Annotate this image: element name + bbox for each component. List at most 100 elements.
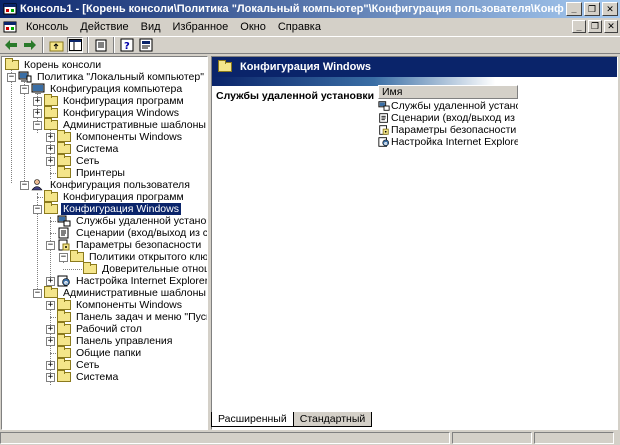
list-item-label: Настройка Internet Explorer	[391, 136, 518, 148]
tree-item-user-system[interactable]: Система	[56, 370, 120, 383]
tree-item-label: Службы удаленной установки	[76, 215, 208, 227]
tree-item-user-software-settings[interactable]: Конфигурация программ	[43, 190, 186, 203]
expand-toggle[interactable]: +	[46, 373, 55, 382]
tree-item-internet-explorer-maintenance[interactable]: e Настройка Internet Explorer	[56, 275, 207, 287]
tree-item-software-settings[interactable]: Конфигурация программ	[43, 94, 186, 107]
back-icon	[5, 40, 17, 50]
tree-item-scripts[interactable]: Сценарии (вход/выход из систе	[56, 227, 207, 239]
list-item-scripts[interactable]: Сценарии (вход/выход из с...	[378, 112, 518, 124]
document-system-icon[interactable]	[2, 19, 18, 35]
child-minimize-button[interactable]: _	[572, 20, 586, 33]
tree-item-user-windows-components[interactable]: Компоненты Windows	[56, 298, 184, 311]
help-button[interactable]: ?	[119, 37, 135, 53]
forward-button[interactable]	[22, 37, 38, 53]
expand-toggle[interactable]: +	[46, 133, 55, 142]
collapse-toggle[interactable]: −	[33, 289, 42, 298]
internet-explorer-icon: e	[378, 136, 390, 148]
window-title: Консоль1 - [Корень консоли\Политика "Лок…	[20, 3, 564, 15]
menu-favorites[interactable]: Избранное	[167, 19, 235, 35]
collapse-toggle[interactable]: −	[59, 253, 68, 262]
tree-item-label: Компоненты Windows	[76, 299, 183, 311]
list-item-label: Службы удаленной установки	[391, 100, 518, 112]
status-cell-main	[0, 432, 450, 444]
tree-item-control-panel[interactable]: Панель управления	[56, 334, 174, 347]
collapse-toggle[interactable]: −	[20, 181, 29, 190]
expand-toggle[interactable]: +	[46, 145, 55, 154]
maximize-button[interactable]: ❐	[584, 2, 600, 16]
tree-item-label: Доверительные отношен	[102, 263, 207, 275]
tree-item-windows-settings[interactable]: Конфигурация Windows	[43, 106, 181, 119]
tree-item-user-admin-templates[interactable]: Административные шаблоны	[43, 286, 207, 299]
tree-item-security-settings[interactable]: Параметры безопасности	[56, 239, 203, 251]
tree-item-computer-configuration[interactable]: Конфигурация компьютера	[30, 83, 184, 95]
menu-view[interactable]: Вид	[135, 19, 167, 35]
tree-item-user-windows-settings[interactable]: Конфигурация Windows	[43, 202, 181, 215]
export-list-button[interactable]	[93, 37, 109, 53]
column-header-name[interactable]: Имя	[378, 85, 518, 99]
list-item-security-settings[interactable]: Параметры безопасности	[378, 124, 518, 136]
show-hide-tree-button[interactable]	[67, 37, 83, 53]
expand-toggle[interactable]: +	[33, 109, 42, 118]
collapse-toggle[interactable]: −	[20, 85, 29, 94]
expand-toggle[interactable]: +	[46, 277, 55, 286]
close-button[interactable]: ✕	[602, 2, 618, 16]
tab-extended[interactable]: Расширенный	[211, 412, 294, 427]
minimize-button[interactable]: _	[566, 2, 582, 16]
menu-help[interactable]: Справка	[272, 19, 327, 35]
internet-explorer-icon: e	[56, 275, 72, 287]
expand-toggle[interactable]: +	[46, 325, 55, 334]
svg-text:e: e	[384, 141, 388, 147]
list-item-internet-explorer-maintenance[interactable]: e Настройка Internet Explorer	[378, 136, 518, 148]
tree-item-label: Конфигурация компьютера	[50, 83, 183, 95]
remote-install-icon	[378, 100, 390, 112]
tab-standard[interactable]: Стандартный	[292, 412, 373, 427]
menu-console[interactable]: Консоль	[20, 19, 74, 35]
up-one-level-button[interactable]	[48, 37, 64, 53]
tree-item-user-configuration[interactable]: Конфигурация пользователя	[30, 179, 192, 191]
toolbar-separator	[87, 37, 89, 53]
expand-toggle[interactable]: +	[46, 337, 55, 346]
tree-item-label: Система	[76, 143, 119, 155]
remote-install-icon	[56, 215, 72, 227]
tree-item-label: Общие папки	[76, 347, 142, 359]
console-tree[interactable]: Корень консоли − Политика "Локальный ком…	[1, 56, 208, 430]
expand-toggle[interactable]: +	[46, 361, 55, 370]
collapse-toggle[interactable]: −	[33, 205, 42, 214]
expand-toggle[interactable]: +	[33, 97, 42, 106]
tree-item-system[interactable]: Система	[56, 142, 120, 155]
list-item-remote-install-services[interactable]: Службы удаленной установки	[378, 100, 518, 112]
properties-icon	[139, 38, 153, 52]
collapse-toggle[interactable]: −	[7, 73, 16, 82]
details-pane[interactable]: Конфигурация Windows Службы удаленной ус…	[211, 56, 618, 430]
tree-item-label: Политика "Локальный компьютер"	[37, 71, 204, 83]
tree-item-windows-components[interactable]: Компоненты Windows	[56, 130, 184, 143]
tree-item-label: Конфигурация программ	[63, 191, 184, 203]
collapse-toggle[interactable]: −	[33, 121, 42, 130]
tree-item-local-computer-policy[interactable]: Политика "Локальный компьютер"	[17, 71, 206, 83]
tree-item-console-root[interactable]: Корень консоли	[4, 58, 103, 71]
expand-toggle[interactable]: +	[46, 301, 55, 310]
back-button[interactable]	[3, 37, 19, 53]
tree-item-admin-templates[interactable]: Административные шаблоны	[43, 118, 207, 131]
tree-item-shared-folders[interactable]: Общие папки	[56, 346, 143, 359]
tree-item-remote-install-services[interactable]: Службы удаленной установки	[56, 215, 208, 227]
tree-item-label: Рабочий стол	[76, 323, 142, 335]
expand-toggle[interactable]: +	[46, 157, 55, 166]
child-restore-button[interactable]: ❐	[588, 20, 602, 33]
child-close-button[interactable]: ✕	[604, 20, 618, 33]
tree-item-label: Сеть	[76, 155, 100, 167]
open-folder-icon	[43, 202, 59, 215]
title-bar[interactable]: Консоль1 - [Корень консоли\Политика "Лок…	[0, 0, 620, 18]
properties-button[interactable]	[138, 37, 154, 53]
tree-item-printers[interactable]: Принтеры	[56, 166, 127, 179]
menu-action[interactable]: Действие	[74, 19, 134, 35]
tree-item-taskbar-start-menu[interactable]: Панель задач и меню "Пуск"	[56, 310, 207, 323]
details-list: Службы удаленной установки Сценарии (вхо…	[378, 100, 518, 148]
mmc-app-icon	[3, 3, 17, 15]
tree-item-label: Конфигурация Windows	[63, 107, 179, 119]
collapse-toggle[interactable]: −	[46, 241, 55, 250]
tree-item-desktop[interactable]: Рабочий стол	[56, 322, 144, 335]
tree-item-enterprise-trust[interactable]: Доверительные отношен	[82, 262, 207, 275]
folder-icon	[218, 60, 232, 72]
menu-window[interactable]: Окно	[234, 19, 272, 35]
